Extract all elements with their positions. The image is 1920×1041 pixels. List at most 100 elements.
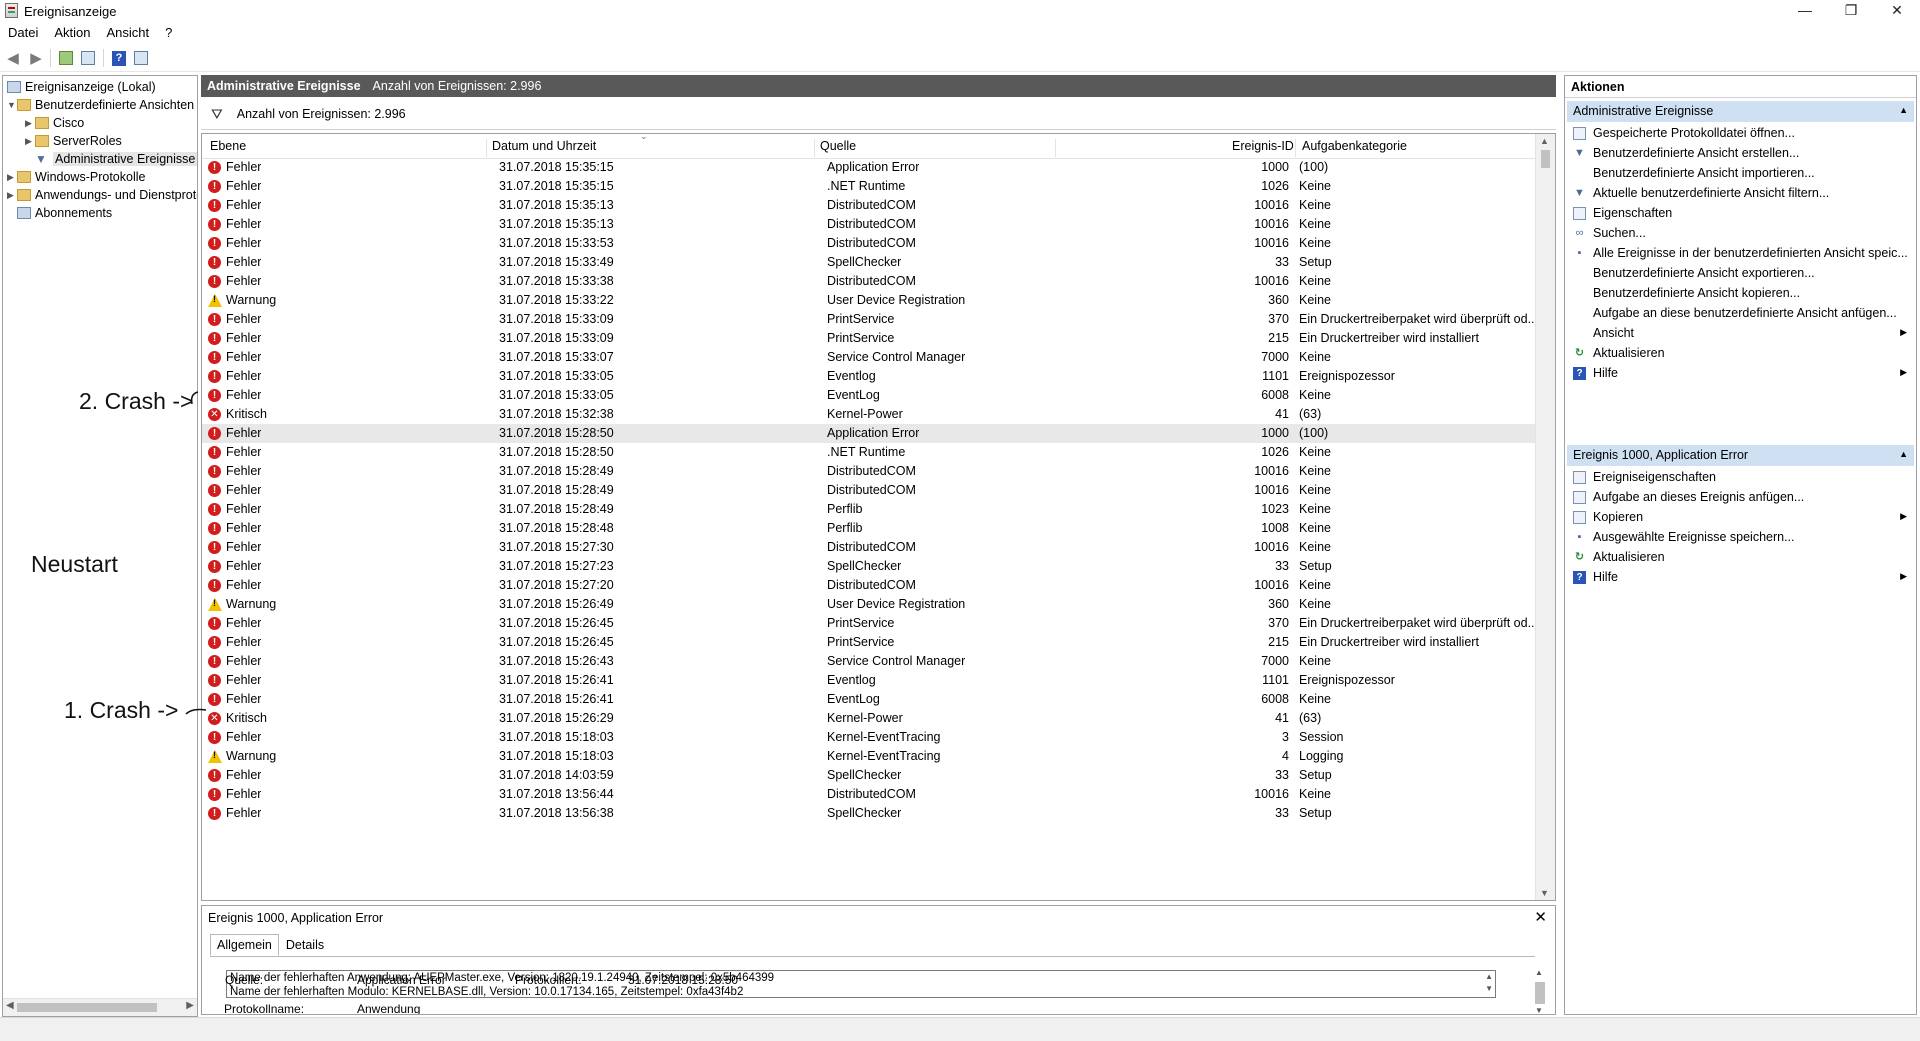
tree-item-windows-logs[interactable]: ▶ Windows-Protokolle: [7, 168, 145, 186]
event-row[interactable]: ! Fehler 31.07.2018 15:27:20 DistributedCOM…: [202, 576, 1537, 595]
collapse-arrow-icon[interactable]: ▼: [7, 100, 17, 110]
event-row[interactable]: ! Fehler 31.07.2018 15:33:05 EventLog 6008 Ke…: [202, 386, 1537, 405]
scroll-up-icon[interactable]: ▲: [1535, 968, 1543, 977]
action-item[interactable]: Eigenschaften: [1571, 204, 1911, 224]
event-row[interactable]: ! Fehler 31.07.2018 15:33:09 PrintService 37…: [202, 310, 1537, 329]
event-row[interactable]: ! Fehler 31.07.2018 15:18:03 Kernel-EventTr…: [202, 728, 1537, 747]
expand-arrow-icon[interactable]: ▶: [7, 172, 17, 183]
action-item[interactable]: Aufgabe an diese benutzerdefinierte Ansi…: [1571, 304, 1911, 324]
event-row[interactable]: ! Fehler 31.07.2018 15:28:48 Perflib 1008 Kei…: [202, 519, 1537, 538]
event-row[interactable]: ! Warnung 31.07.2018 15:26:49 User Device R…: [202, 595, 1537, 614]
event-row[interactable]: ! Fehler 31.07.2018 15:33:05 Eventlog 1101 Er…: [202, 367, 1537, 386]
event-row[interactable]: ! Fehler 31.07.2018 15:28:49 DistributedCOM…: [202, 462, 1537, 481]
detail-scrollbar[interactable]: ▲ ▼: [1533, 968, 1547, 1014]
event-row[interactable]: ! Fehler 31.07.2018 15:28:50 .NET Runtime 10…: [202, 443, 1537, 462]
event-row[interactable]: ! Fehler 31.07.2018 15:26:43 Service Contro…: [202, 652, 1537, 671]
event-row[interactable]: ! Fehler 31.07.2018 13:56:44 DistributedCOM…: [202, 785, 1537, 804]
action-item[interactable]: ∞ Suchen...: [1571, 224, 1911, 244]
event-row[interactable]: ! Fehler 31.07.2018 14:03:59 SpellChecker 33…: [202, 766, 1537, 785]
event-row[interactable]: ! Fehler 31.07.2018 15:33:38 DistributedCOM…: [202, 272, 1537, 291]
event-row[interactable]: ! Fehler 31.07.2018 15:33:09 PrintService 21…: [202, 329, 1537, 348]
action-item[interactable]: ▪ Ausgewählte Ereignisse speichern...: [1571, 528, 1911, 548]
event-row[interactable]: ! Fehler 31.07.2018 15:33:49 SpellChecker 33…: [202, 253, 1537, 272]
action-item[interactable]: Aufgabe an dieses Ereignis anfügen...: [1571, 488, 1911, 508]
action-item[interactable]: ? Hilfe ▶: [1571, 364, 1911, 384]
minimize-button[interactable]: —: [1782, 0, 1828, 22]
action-item[interactable]: Ansicht ▶: [1571, 324, 1911, 344]
tree-item-subscriptions[interactable]: Abonnements: [17, 204, 112, 222]
close-button[interactable]: ✕: [1874, 0, 1920, 22]
back-arrow-icon[interactable]: ◀: [3, 48, 23, 68]
tree-item-custom-views[interactable]: ▼ Benutzerdefinierte Ansichten: [7, 96, 194, 114]
event-row[interactable]: ! Fehler 31.07.2018 15:26:41 Eventlog 1101 Er…: [202, 671, 1537, 690]
column-separator[interactable]: [814, 139, 815, 157]
action-item[interactable]: ? Hilfe ▶: [1571, 568, 1911, 588]
event-row[interactable]: ! Fehler 31.07.2018 15:28:50 Application Er…: [202, 424, 1537, 443]
event-row[interactable]: ! Fehler 31.07.2018 15:28:49 Perflib 1023 Kei…: [202, 500, 1537, 519]
forward-arrow-icon[interactable]: ▶: [26, 48, 46, 68]
action-item[interactable]: Kopieren ▶: [1571, 508, 1911, 528]
expand-arrow-icon[interactable]: ▶: [25, 118, 35, 129]
tree-item-root[interactable]: Ereignisanzeige (Lokal): [7, 78, 156, 96]
show-hide-action-pane-icon[interactable]: [134, 51, 148, 65]
action-item[interactable]: ▼ Benutzerdefinierte Ansicht erstellen...: [1571, 144, 1911, 164]
expand-arrow-icon[interactable]: ▶: [7, 190, 17, 201]
event-row[interactable]: ! Fehler 31.07.2018 13:56:38 SpellChecker 33…: [202, 804, 1537, 823]
event-row[interactable]: ! Warnung 31.07.2018 15:18:03 Kernel-EventT…: [202, 747, 1537, 766]
event-row[interactable]: ! Fehler 31.07.2018 15:35:15 Application Er…: [202, 158, 1537, 177]
event-row[interactable]: ! Fehler 31.07.2018 15:26:45 PrintService 21…: [202, 633, 1537, 652]
column-header-event-id[interactable]: Ereignis-ID: [1232, 139, 1294, 153]
scroll-thumb[interactable]: [1541, 150, 1550, 168]
actions-section-admin-events[interactable]: Administrative Ereignisse ▲: [1567, 101, 1914, 122]
tree-item-server-roles[interactable]: ▶ ServerRoles: [25, 132, 122, 150]
tab-details[interactable]: Details: [279, 934, 331, 956]
column-header-date[interactable]: Datum und Uhrzeit: [492, 139, 596, 153]
expand-arrow-icon[interactable]: ▶: [25, 136, 35, 147]
event-row[interactable]: ! Fehler 31.07.2018 15:33:07 Service Contro…: [202, 348, 1537, 367]
close-detail-icon[interactable]: ✕: [1534, 908, 1547, 926]
event-row[interactable]: ! Fehler 31.07.2018 15:26:45 PrintService 37…: [202, 614, 1537, 633]
column-header-task-category[interactable]: Aufgabenkategorie: [1302, 139, 1407, 153]
column-separator[interactable]: [486, 139, 487, 157]
menu-aktion[interactable]: Aktion: [46, 23, 98, 43]
menu-help[interactable]: ?: [157, 23, 180, 43]
action-item[interactable]: Benutzerdefinierte Ansicht kopieren...: [1571, 284, 1911, 304]
scroll-left-icon[interactable]: ◀: [6, 1000, 14, 1011]
event-row[interactable]: ! Warnung 31.07.2018 15:33:22 User Device R…: [202, 291, 1537, 310]
column-header-level[interactable]: Ebene: [210, 139, 246, 153]
column-separator[interactable]: [1295, 139, 1296, 157]
action-item[interactable]: ▼ Aktuelle benutzerdefinierte Ansicht fil…: [1571, 184, 1911, 204]
event-row[interactable]: ✕ Kritisch 31.07.2018 15:32:38 Kernel-Power…: [202, 405, 1537, 424]
event-row[interactable]: ! Fehler 31.07.2018 15:28:49 DistributedCOM…: [202, 481, 1537, 500]
menu-ansicht[interactable]: Ansicht: [99, 23, 158, 43]
event-row[interactable]: ! Fehler 31.07.2018 15:27:23 SpellChecker 33…: [202, 557, 1537, 576]
message-scroll-arrows-icon[interactable]: ▲ ▼: [1485, 971, 1493, 995]
collapse-section-icon[interactable]: ▲: [1899, 105, 1908, 115]
event-row[interactable]: ! Fehler 31.07.2018 15:33:53 DistributedCOM…: [202, 234, 1537, 253]
scroll-down-icon[interactable]: ▼: [1540, 888, 1549, 898]
column-header-source[interactable]: Quelle: [820, 139, 856, 153]
grid-vertical-scrollbar[interactable]: ▲ ▼: [1535, 134, 1555, 900]
action-item[interactable]: Gespeicherte Protokolldatei öffnen...: [1571, 124, 1911, 144]
action-item[interactable]: Ereigniseigenschaften: [1571, 468, 1911, 488]
event-row[interactable]: ! Fehler 31.07.2018 15:26:41 EventLog 6008 Ke…: [202, 690, 1537, 709]
tree-item-app-service-logs[interactable]: ▶ Anwendungs- und Dienstprotokolle: [7, 186, 197, 204]
action-item[interactable]: ↻ Aktualisieren: [1571, 548, 1911, 568]
scroll-down-icon[interactable]: ▼: [1535, 1006, 1543, 1014]
scroll-up-icon[interactable]: ▲: [1540, 136, 1549, 146]
action-item[interactable]: Benutzerdefinierte Ansicht importieren..…: [1571, 164, 1911, 184]
event-row[interactable]: ! Fehler 31.07.2018 15:35:13 DistributedCOM…: [202, 215, 1537, 234]
show-hide-tree-icon[interactable]: [81, 51, 95, 65]
event-row[interactable]: ✕ Kritisch 31.07.2018 15:26:29 Kernel-Power…: [202, 709, 1537, 728]
actions-section-event[interactable]: Ereignis 1000, Application Error ▲: [1567, 445, 1914, 466]
event-row[interactable]: ! Fehler 31.07.2018 15:35:15 .NET Runtime 10…: [202, 177, 1537, 196]
column-separator[interactable]: [1055, 139, 1056, 157]
tree-item-cisco[interactable]: ▶ Cisco: [25, 114, 84, 132]
tab-allgemein[interactable]: Allgemein: [210, 934, 279, 956]
tree-item-admin-events[interactable]: ▼ Administrative Ereignisse: [35, 150, 197, 168]
action-item[interactable]: Benutzerdefinierte Ansicht exportieren..…: [1571, 264, 1911, 284]
up-folder-icon[interactable]: [59, 51, 73, 65]
event-row[interactable]: ! Fehler 31.07.2018 15:27:30 DistributedCOM…: [202, 538, 1537, 557]
menu-datei[interactable]: Datei: [0, 23, 46, 43]
scroll-right-icon[interactable]: ▶: [186, 1000, 194, 1011]
